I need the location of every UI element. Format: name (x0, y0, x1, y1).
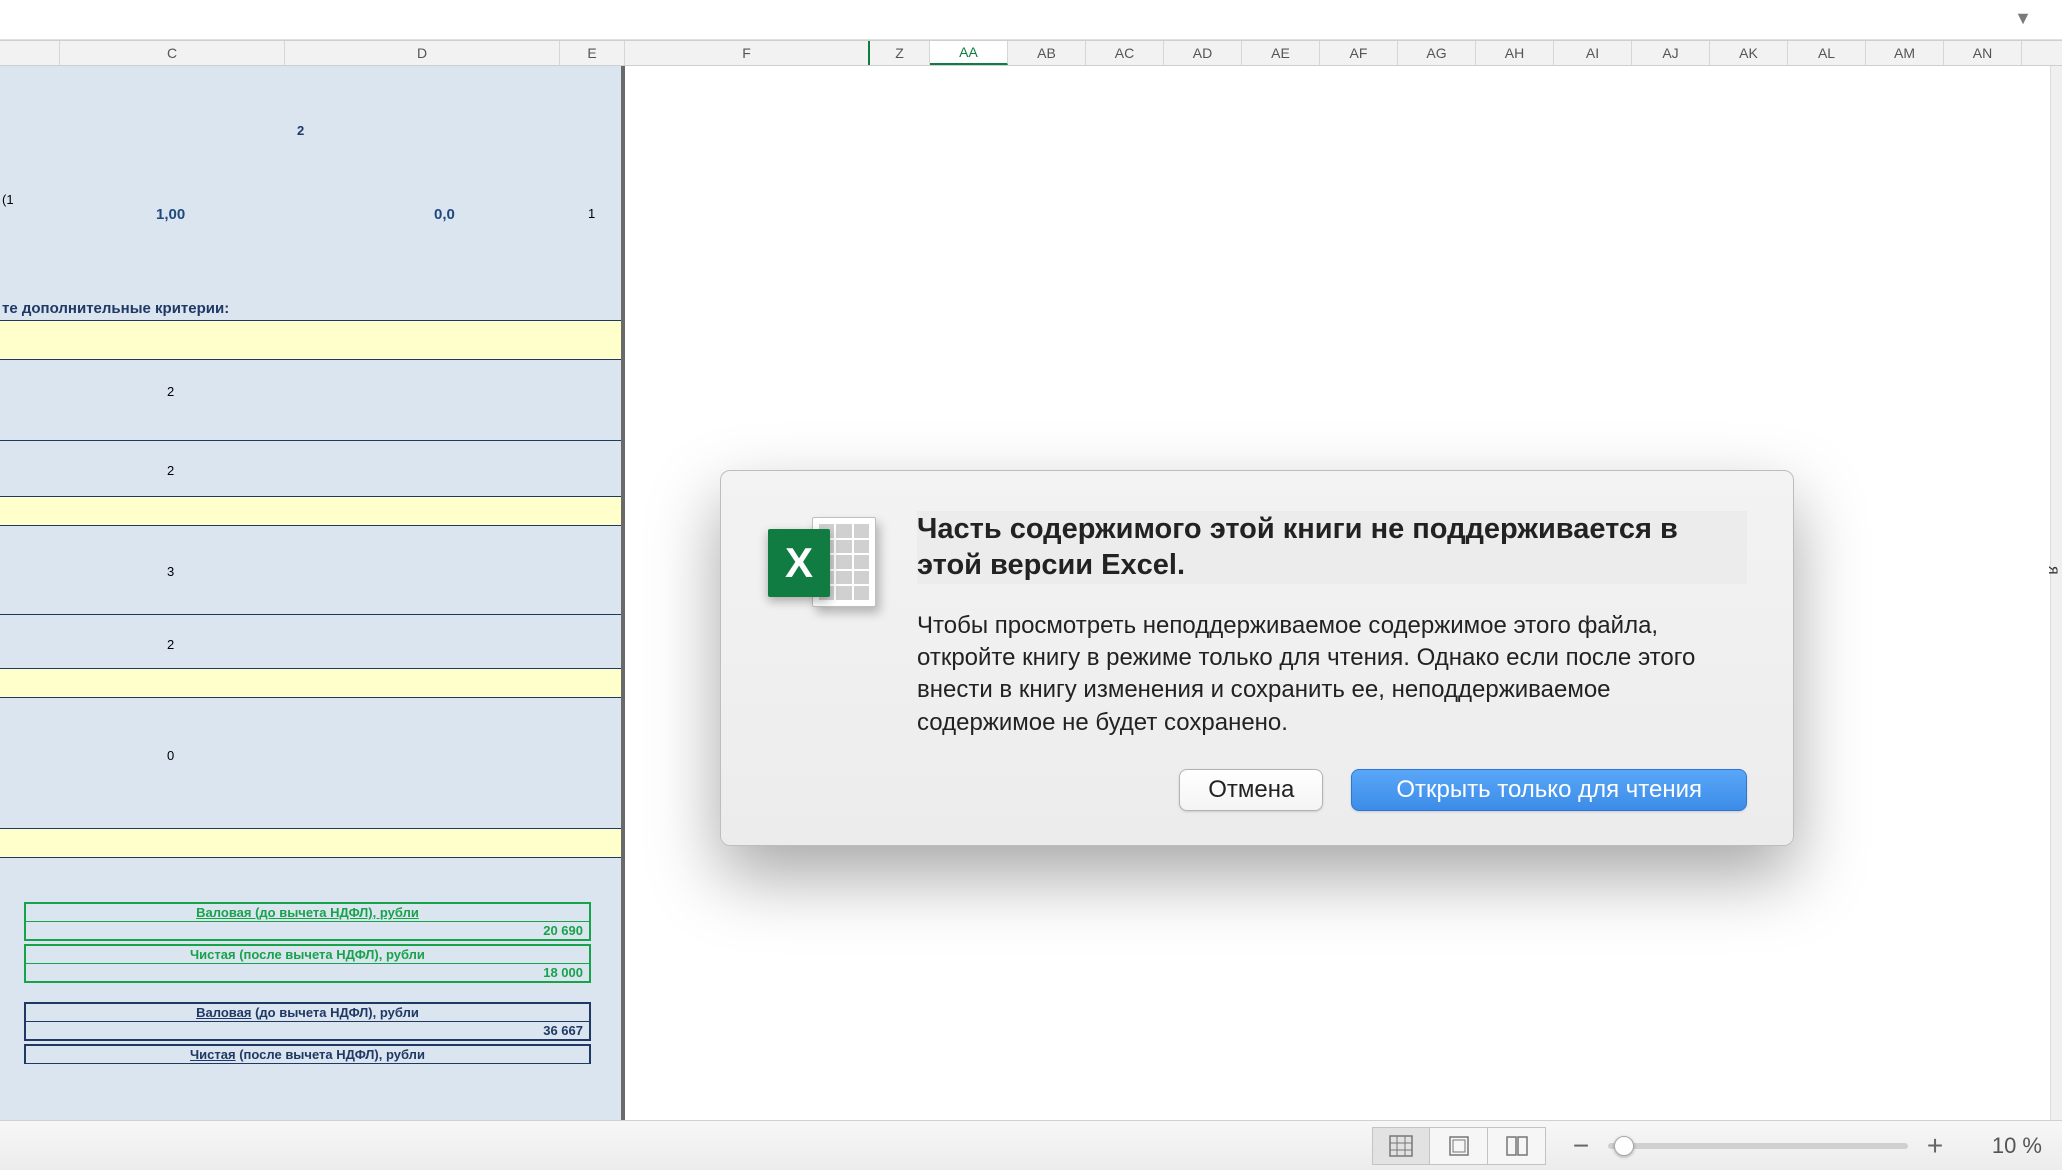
zoom-percentage[interactable]: 10 % (1962, 1133, 2042, 1159)
green-net-header: Чистая (после вычета НДФЛ), рубли (26, 946, 589, 964)
excel-badge-icon: X (768, 529, 830, 597)
yellow-band-2[interactable] (0, 496, 621, 526)
col-header-AL[interactable]: AL (1788, 41, 1866, 65)
navy-gross-value: 36 667 (26, 1022, 589, 1039)
navy-net-header: Чистая (после вычета НДФЛ), рубли (26, 1046, 589, 1064)
vertical-scrollbar[interactable]: я (2050, 66, 2062, 1120)
col-header-AA[interactable]: AA (930, 41, 1008, 65)
dialog-title: Часть содержимого этой книги не поддержи… (917, 511, 1747, 584)
frozen-pane-left[interactable]: 2 (1 1,00 0,0 1 те дополнительные критер… (0, 66, 625, 1120)
cancel-button[interactable]: Отмена (1179, 769, 1323, 811)
cell-val-d[interactable]: 2 (167, 637, 174, 652)
view-switcher (1372, 1127, 1546, 1165)
col-header-AM[interactable]: AM (1866, 41, 1944, 65)
page-break-icon (1505, 1135, 1529, 1157)
col-header-F[interactable]: F (625, 41, 870, 65)
col-header-AK[interactable]: AK (1710, 41, 1788, 65)
navy-gross-header: Валовая (до вычета НДФЛ), рубли (26, 1004, 589, 1022)
green-gross-value: 20 690 (26, 922, 589, 939)
col-header-Z[interactable]: Z (870, 41, 930, 65)
divider-2 (0, 614, 621, 615)
column-headers: C D E F Z AA AB AC AD AE AF AG AH AI AJ … (0, 40, 2062, 66)
unsupported-content-dialog: X Часть содержимого этой книги не поддер… (720, 470, 1794, 846)
status-bar: − + 10 % (0, 1120, 2062, 1170)
zoom-out-button[interactable]: − (1566, 1130, 1596, 1162)
col-header-AF[interactable]: AF (1320, 41, 1398, 65)
ribbon-collapsed-strip: ▼ (0, 0, 2062, 40)
green-gross-header: Валовая (до вычета НДФЛ), рубли (26, 904, 589, 922)
col-header-AC[interactable]: AC (1086, 41, 1164, 65)
cell-val-b[interactable]: 2 (167, 463, 174, 478)
col-header-D[interactable]: D (285, 41, 560, 65)
col-header-AB[interactable]: AB (1008, 41, 1086, 65)
green-salary-box-gross[interactable]: Валовая (до вычета НДФЛ), рубли 20 690 (24, 902, 591, 941)
zoom-slider-thumb[interactable] (1614, 1136, 1634, 1156)
navy-salary-box-gross[interactable]: Валовая (до вычета НДФЛ), рубли 36 667 (24, 1002, 591, 1041)
cell-d-00[interactable]: 0,0 (434, 206, 455, 223)
col-header-AI[interactable]: AI (1554, 41, 1632, 65)
yellow-band-4[interactable] (0, 828, 621, 858)
normal-view-button[interactable] (1372, 1127, 1430, 1165)
col-header-AD[interactable]: AD (1164, 41, 1242, 65)
cell-d-header2[interactable]: 2 (297, 123, 304, 138)
cell-val-a[interactable]: 2 (167, 384, 174, 399)
zoom-control: − + 10 % (1566, 1130, 2042, 1162)
col-header-AE[interactable]: AE (1242, 41, 1320, 65)
ribbon-expand-icon[interactable]: ▼ (2014, 8, 2032, 29)
col-header-C[interactable]: C (60, 41, 285, 65)
grid-view-icon (1389, 1135, 1413, 1157)
col-header-E[interactable]: E (560, 41, 625, 65)
col-header-AG[interactable]: AG (1398, 41, 1476, 65)
page-layout-view-button[interactable] (1430, 1127, 1488, 1165)
yellow-band-3[interactable] (0, 668, 621, 698)
cell-val-c[interactable]: 3 (167, 564, 174, 579)
col-header-AN[interactable]: AN (1944, 41, 2022, 65)
cell-e-1[interactable]: 1 (588, 206, 595, 221)
green-net-value: 18 000 (26, 964, 589, 981)
navy-salary-box-net[interactable]: Чистая (после вычета НДФЛ), рубли (24, 1044, 591, 1064)
open-readonly-button[interactable]: Открыть только для чтения (1351, 769, 1747, 811)
criteria-label: те дополнительные критерии: (2, 300, 229, 317)
yellow-band-1[interactable] (0, 320, 621, 360)
green-salary-box-net[interactable]: Чистая (после вычета НДФЛ), рубли 18 000 (24, 944, 591, 983)
col-header-blank[interactable] (0, 41, 60, 65)
page-layout-icon (1447, 1135, 1471, 1157)
dialog-body: Чтобы просмотреть неподдерживаемое содер… (917, 610, 1747, 740)
cell-leftfrag[interactable]: (1 (2, 192, 14, 207)
zoom-slider[interactable] (1608, 1143, 1908, 1149)
page-break-view-button[interactable] (1488, 1127, 1546, 1165)
excel-app-icon: X (767, 511, 877, 631)
col-header-AH[interactable]: AH (1476, 41, 1554, 65)
divider-1 (0, 440, 621, 441)
cell-val-e[interactable]: 0 (167, 748, 174, 763)
zoom-in-button[interactable]: + (1920, 1130, 1950, 1162)
truncated-text-edge: я (2044, 566, 2062, 575)
cell-c-100[interactable]: 1,00 (156, 206, 185, 223)
col-header-AJ[interactable]: AJ (1632, 41, 1710, 65)
